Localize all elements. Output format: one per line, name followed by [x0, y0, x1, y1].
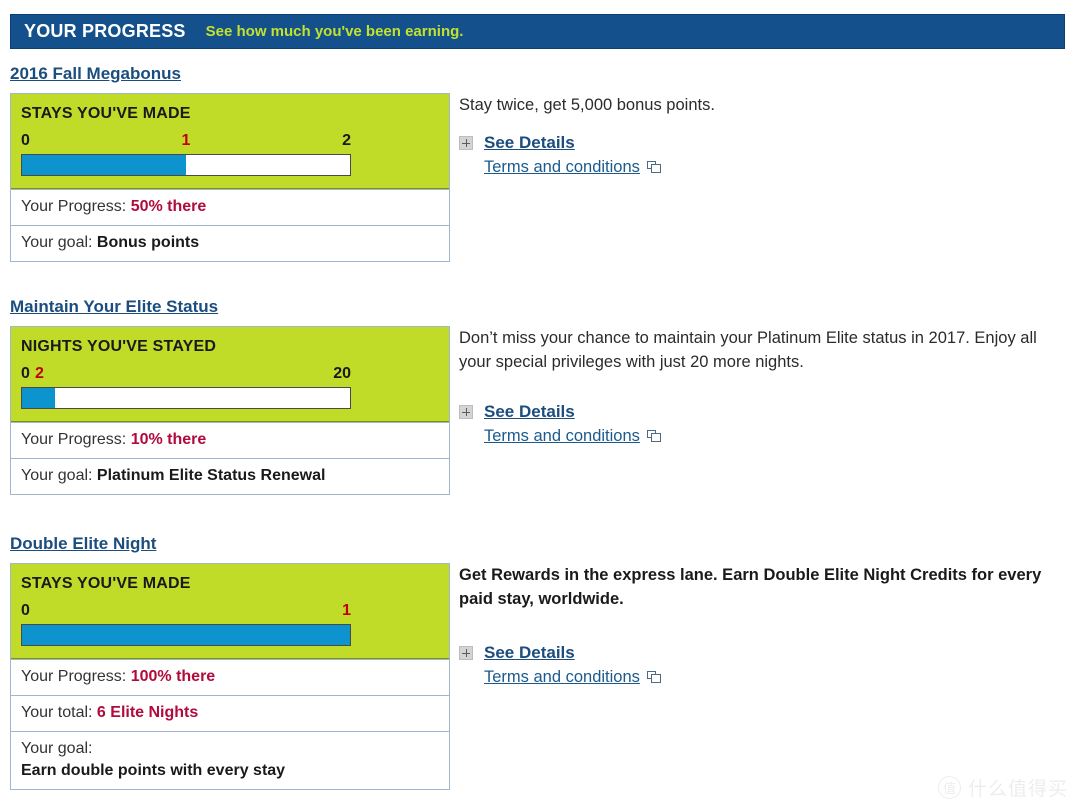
- progress-card-header-0: STAYS YOU'VE MADE 0 1 2: [11, 94, 449, 189]
- promotion-description-0: Stay twice, get 5,000 bonus points.: [459, 96, 715, 114]
- promotion-description-1: Don’t miss your chance to maintain your …: [459, 329, 1037, 371]
- new-window-icon: [646, 161, 662, 174]
- progress-scale-labels-0: 0 1 2: [21, 132, 351, 152]
- new-window-icon: [646, 430, 662, 443]
- progress-card-heading-2: STAYS YOU'VE MADE: [21, 575, 191, 592]
- progress-bar-track-0: [21, 154, 351, 176]
- progress-bar-fill-2: [22, 625, 350, 645]
- progress-row-2-2: Your goal: Earn double points with every…: [11, 731, 449, 789]
- progress-row-label-2-1: Your total:: [21, 704, 93, 721]
- progress-scale-labels-1: 0 2 20: [21, 365, 351, 385]
- see-details-row-0[interactable]: See Details: [459, 133, 1069, 153]
- section-title-link-1[interactable]: Maintain Your Elite Status: [10, 297, 218, 317]
- promotion-description-2: Get Rewards in the express lane. Earn Do…: [459, 566, 1042, 608]
- progress-row-2-0: Your Progress: 100% there: [11, 659, 449, 695]
- promotion-links-2: See Details Terms and conditions: [459, 643, 1069, 687]
- progress-card-heading-0: STAYS YOU'VE MADE: [21, 105, 191, 122]
- progress-header-bar: YOUR PROGRESS See how much you've been e…: [10, 14, 1065, 49]
- plus-icon[interactable]: [459, 136, 473, 150]
- promotion-section-fall-megabonus: 2016 Fall Megabonus STAYS YOU'VE MADE 0 …: [0, 64, 1080, 262]
- progress-row-label-2-2: Your goal:: [21, 740, 93, 757]
- promotion-links-0: See Details Terms and conditions: [459, 133, 1069, 177]
- progress-row-0-0: Your Progress: 50% there: [11, 189, 449, 225]
- terms-row-2[interactable]: Terms and conditions: [484, 668, 1069, 687]
- terms-and-conditions-link-1[interactable]: Terms and conditions: [484, 427, 640, 446]
- progress-bar-track-2: [21, 624, 351, 646]
- scale-max-label-0: 2: [342, 132, 351, 149]
- section-title-link-2[interactable]: Double Elite Night: [10, 534, 156, 554]
- scale-current-label-1: 2: [35, 365, 44, 382]
- progress-row-1-1: Your goal: Platinum Elite Status Renewal: [11, 458, 449, 494]
- terms-row-0[interactable]: Terms and conditions: [484, 158, 1069, 177]
- see-details-row-2[interactable]: See Details: [459, 643, 1069, 663]
- site-watermark: 值 什么值得买: [937, 774, 1068, 801]
- progress-row-label-2-0: Your Progress:: [21, 668, 127, 685]
- progress-row-value-2-1: 6 Elite Nights: [96, 704, 199, 721]
- see-details-link-1[interactable]: See Details: [484, 402, 575, 422]
- terms-and-conditions-link-0[interactable]: Terms and conditions: [484, 158, 640, 177]
- progress-row-value-1-0: 10% there: [130, 431, 207, 448]
- promotion-details-0: Stay twice, get 5,000 bonus points. See …: [459, 93, 1069, 177]
- progress-card-0: STAYS YOU'VE MADE 0 1 2 Your Progress: 5…: [10, 93, 450, 262]
- promotion-links-1: See Details Terms and conditions: [459, 402, 1069, 446]
- progress-bar-track-1: [21, 387, 351, 409]
- progress-row-value-0-1: Bonus points: [96, 234, 200, 251]
- progress-bar-fill-1: [22, 388, 55, 408]
- scale-min-label-2: 0: [21, 602, 30, 619]
- promotion-details-1: Don’t miss your chance to maintain your …: [459, 326, 1069, 446]
- new-window-icon: [646, 671, 662, 684]
- page-title: YOUR PROGRESS: [24, 21, 186, 41]
- progress-row-value-2-0: 100% there: [130, 668, 216, 685]
- progress-row-2-1: Your total: 6 Elite Nights: [11, 695, 449, 731]
- plus-icon[interactable]: [459, 646, 473, 660]
- progress-scale-labels-2: 0 1: [21, 602, 351, 622]
- progress-row-label-1-0: Your Progress:: [21, 431, 127, 448]
- scale-min-label-0: 0: [21, 132, 30, 149]
- progress-card-header-1: NIGHTS YOU'VE STAYED 0 2 20: [11, 327, 449, 422]
- page-subtitle: See how much you've been earning.: [205, 23, 464, 40]
- scale-current-label-2: 1: [342, 602, 351, 619]
- progress-row-0-1: Your goal: Bonus points: [11, 225, 449, 261]
- scale-max-label-1: 20: [333, 365, 351, 382]
- progress-card-heading-1: NIGHTS YOU'VE STAYED: [21, 338, 217, 355]
- plus-icon[interactable]: [459, 405, 473, 419]
- see-details-link-0[interactable]: See Details: [484, 133, 575, 153]
- watermark-logo-icon: 值: [937, 776, 961, 799]
- scale-min-label-1: 0: [21, 365, 30, 382]
- progress-card-2: STAYS YOU'VE MADE 0 1 Your Progress: 100…: [10, 563, 450, 790]
- progress-row-1-0: Your Progress: 10% there: [11, 422, 449, 458]
- progress-row-value-2-2: Earn double points with every stay: [21, 762, 286, 779]
- progress-row-label-1-1: Your goal:: [21, 467, 93, 484]
- see-details-link-2[interactable]: See Details: [484, 643, 575, 663]
- scale-current-label-0: 1: [181, 132, 191, 149]
- progress-row-value-1-1: Platinum Elite Status Renewal: [96, 467, 326, 484]
- terms-and-conditions-link-2[interactable]: Terms and conditions: [484, 668, 640, 687]
- progress-row-value-0-0: 50% there: [130, 198, 207, 215]
- promotion-section-double-elite-night: Double Elite Night STAYS YOU'VE MADE 0 1…: [0, 534, 1080, 790]
- progress-row-label-0-0: Your Progress:: [21, 198, 127, 215]
- promotion-details-2: Get Rewards in the express lane. Earn Do…: [459, 563, 1069, 687]
- progress-card-header-2: STAYS YOU'VE MADE 0 1: [11, 564, 449, 659]
- progress-row-label-0-1: Your goal:: [21, 234, 93, 251]
- promotion-section-elite-status: Maintain Your Elite Status NIGHTS YOU'VE…: [0, 297, 1080, 495]
- see-details-row-1[interactable]: See Details: [459, 402, 1069, 422]
- progress-card-1: NIGHTS YOU'VE STAYED 0 2 20 Your Progres…: [10, 326, 450, 495]
- watermark-text: 什么值得买: [967, 778, 1068, 800]
- terms-row-1[interactable]: Terms and conditions: [484, 427, 1069, 446]
- section-title-link-0[interactable]: 2016 Fall Megabonus: [10, 64, 181, 84]
- progress-bar-fill-0: [22, 155, 186, 175]
